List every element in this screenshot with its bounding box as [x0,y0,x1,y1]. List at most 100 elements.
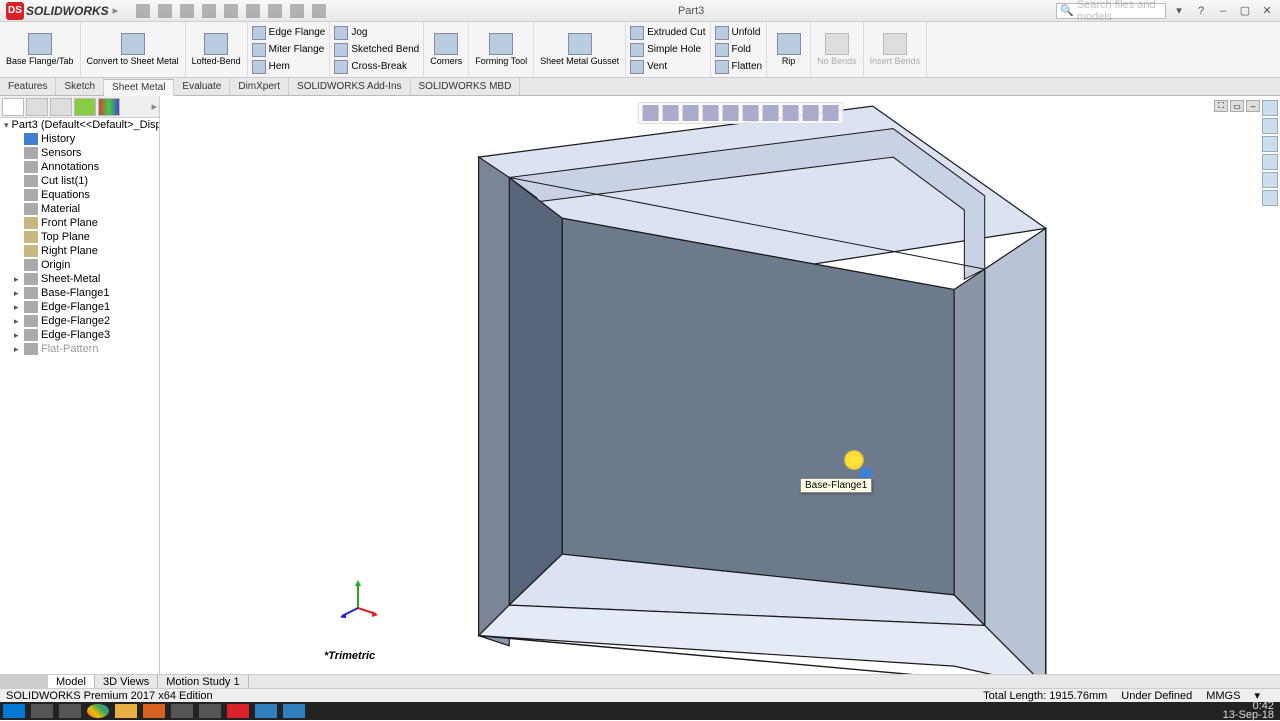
gusset-button[interactable]: Sheet Metal Gusset [534,22,626,77]
display-style-icon[interactable] [743,105,759,121]
save-icon[interactable] [180,4,194,18]
tree-node-equations[interactable]: Equations [0,188,159,202]
bottom-tab-3d-views[interactable]: 3D Views [95,675,158,688]
open-icon[interactable] [158,4,172,18]
hem-button[interactable]: Hem [252,58,326,75]
view-settings-icon[interactable] [823,105,839,121]
maximize-button[interactable]: ▢ [1236,3,1254,19]
tree-node-cut-list-1-[interactable]: Cut list(1) [0,174,159,188]
prev-view-icon[interactable] [683,105,699,121]
tree-node-history[interactable]: History [0,132,159,146]
configuration-tab[interactable] [50,98,72,116]
cross-break-button[interactable]: Cross-Break [334,58,419,75]
feature-tree-tab[interactable] [2,98,24,116]
orientation-triad[interactable] [338,578,378,618]
search-input[interactable]: 🔍 Search files and models [1056,3,1166,19]
tree-node-right-plane[interactable]: Right Plane [0,244,159,258]
app-icon-2[interactable] [255,704,277,718]
convert-sheet-metal-button[interactable]: Convert to Sheet Metal [81,22,186,77]
tree-root[interactable]: ▾Part3 (Default<<Default>_Display State [0,118,159,132]
tree-node-front-plane[interactable]: Front Plane [0,216,159,230]
tab-sketch[interactable]: Sketch [56,78,104,95]
system-clock[interactable]: 0:42 13-Sep-18 [1223,702,1280,720]
tab-dimxpert[interactable]: DimXpert [230,78,289,95]
feature-tree[interactable]: ▾Part3 (Default<<Default>_Display State … [0,118,159,674]
resources-tab[interactable] [1262,100,1278,116]
tab-evaluate[interactable]: Evaluate [174,78,230,95]
zoom-area-icon[interactable] [663,105,679,121]
tree-node-origin[interactable]: Origin [0,258,159,272]
select-icon[interactable] [246,4,260,18]
undo-icon[interactable] [224,4,238,18]
dimxpert-tab[interactable] [74,98,96,116]
rebuild-icon[interactable] [268,4,282,18]
zoom-fit-icon[interactable] [643,105,659,121]
jog-button[interactable]: Jog [334,24,419,41]
tree-node-base-flange1[interactable]: ▸Base-Flange1 [0,286,159,300]
graphics-area[interactable]: ⛶ ▭ – ✕ Base-Flange1 *Trimetric [160,96,1280,674]
gfx-split-button[interactable]: ▭ [1230,100,1244,112]
tree-node-material-not-specified-[interactable]: Material [0,202,159,216]
status-units[interactable]: MMGS [1206,690,1240,702]
tab-sheet-metal[interactable]: Sheet Metal [104,79,174,96]
task-view-icon[interactable] [59,704,81,718]
corners-button[interactable]: Corners [424,22,469,77]
scene-icon[interactable] [803,105,819,121]
display-tab[interactable] [98,98,120,116]
section-view-icon[interactable] [703,105,719,121]
design-library-tab[interactable] [1262,118,1278,134]
search-taskbar-icon[interactable] [31,704,53,718]
property-manager-tab[interactable] [26,98,48,116]
mail-icon[interactable] [199,704,221,718]
tree-node-sheet-metal[interactable]: ▸Sheet-Metal [0,272,159,286]
chrome-icon[interactable] [87,704,109,718]
tree-node-edge-flange2[interactable]: ▸Edge-Flange2 [0,314,159,328]
extruded-cut-button[interactable]: Extruded Cut [630,24,705,41]
new-icon[interactable] [136,4,150,18]
appearances-tab[interactable] [1262,172,1278,188]
miter-flange-button[interactable]: Miter Flange [252,41,326,58]
tab-solidworks-mbd[interactable]: SOLIDWORKS MBD [411,78,521,95]
start-button[interactable] [3,704,25,718]
app-icon-1[interactable] [143,704,165,718]
help-icon[interactable]: ? [1192,3,1210,19]
lofted-bend-button[interactable]: Lofted-Bend [186,22,248,77]
forming-tool-button[interactable]: Forming Tool [469,22,534,77]
base-flange-button[interactable]: Base Flange/Tab [0,22,81,77]
rip-button[interactable]: Rip [767,22,811,77]
view-palette-tab[interactable] [1262,154,1278,170]
tree-node-edge-flange1[interactable]: ▸Edge-Flange1 [0,300,159,314]
tree-node-top-plane[interactable]: Top Plane [0,230,159,244]
sketched-bend-button[interactable]: Sketched Bend [334,41,419,58]
tree-node-flat-pattern[interactable]: ▸Flat-Pattern [0,342,159,356]
minimize-button[interactable]: – [1214,3,1232,19]
solidworks-taskbar-icon[interactable] [227,704,249,718]
tree-node-annotations[interactable]: Annotations [0,160,159,174]
file-explorer-tab[interactable] [1262,136,1278,152]
search-dropdown[interactable]: ▾ [1170,3,1188,19]
bottom-tab-motion-study-1[interactable]: Motion Study 1 [158,675,248,688]
hide-show-icon[interactable] [763,105,779,121]
options-icon[interactable] [290,4,304,18]
fold-button[interactable]: Fold [715,41,763,58]
close-button[interactable]: ✕ [1258,3,1276,19]
explorer-icon[interactable] [115,704,137,718]
tree-node-sensors[interactable]: Sensors [0,146,159,160]
custom-props-tab[interactable] [1262,190,1278,206]
tree-node-edge-flange3[interactable]: ▸Edge-Flange3 [0,328,159,342]
gfx-expand-button[interactable]: ⛶ [1214,100,1228,112]
vent-button[interactable]: Vent [630,58,705,75]
gfx-minimize-button[interactable]: – [1246,100,1260,112]
flatten-button[interactable]: Flatten [715,58,763,75]
tab-features[interactable]: Features [0,78,56,95]
print-icon[interactable] [202,4,216,18]
bottom-tab-model[interactable]: Model [48,675,95,688]
app-icon-3[interactable] [283,704,305,718]
settings-icon[interactable] [312,4,326,18]
appearance-icon[interactable] [783,105,799,121]
unfold-button[interactable]: Unfold [715,24,763,41]
simple-hole-button[interactable]: Simple Hole [630,41,705,58]
tree-expand[interactable]: ▸ [151,100,157,113]
edge-flange-button[interactable]: Edge Flange [252,24,326,41]
store-icon[interactable] [171,704,193,718]
